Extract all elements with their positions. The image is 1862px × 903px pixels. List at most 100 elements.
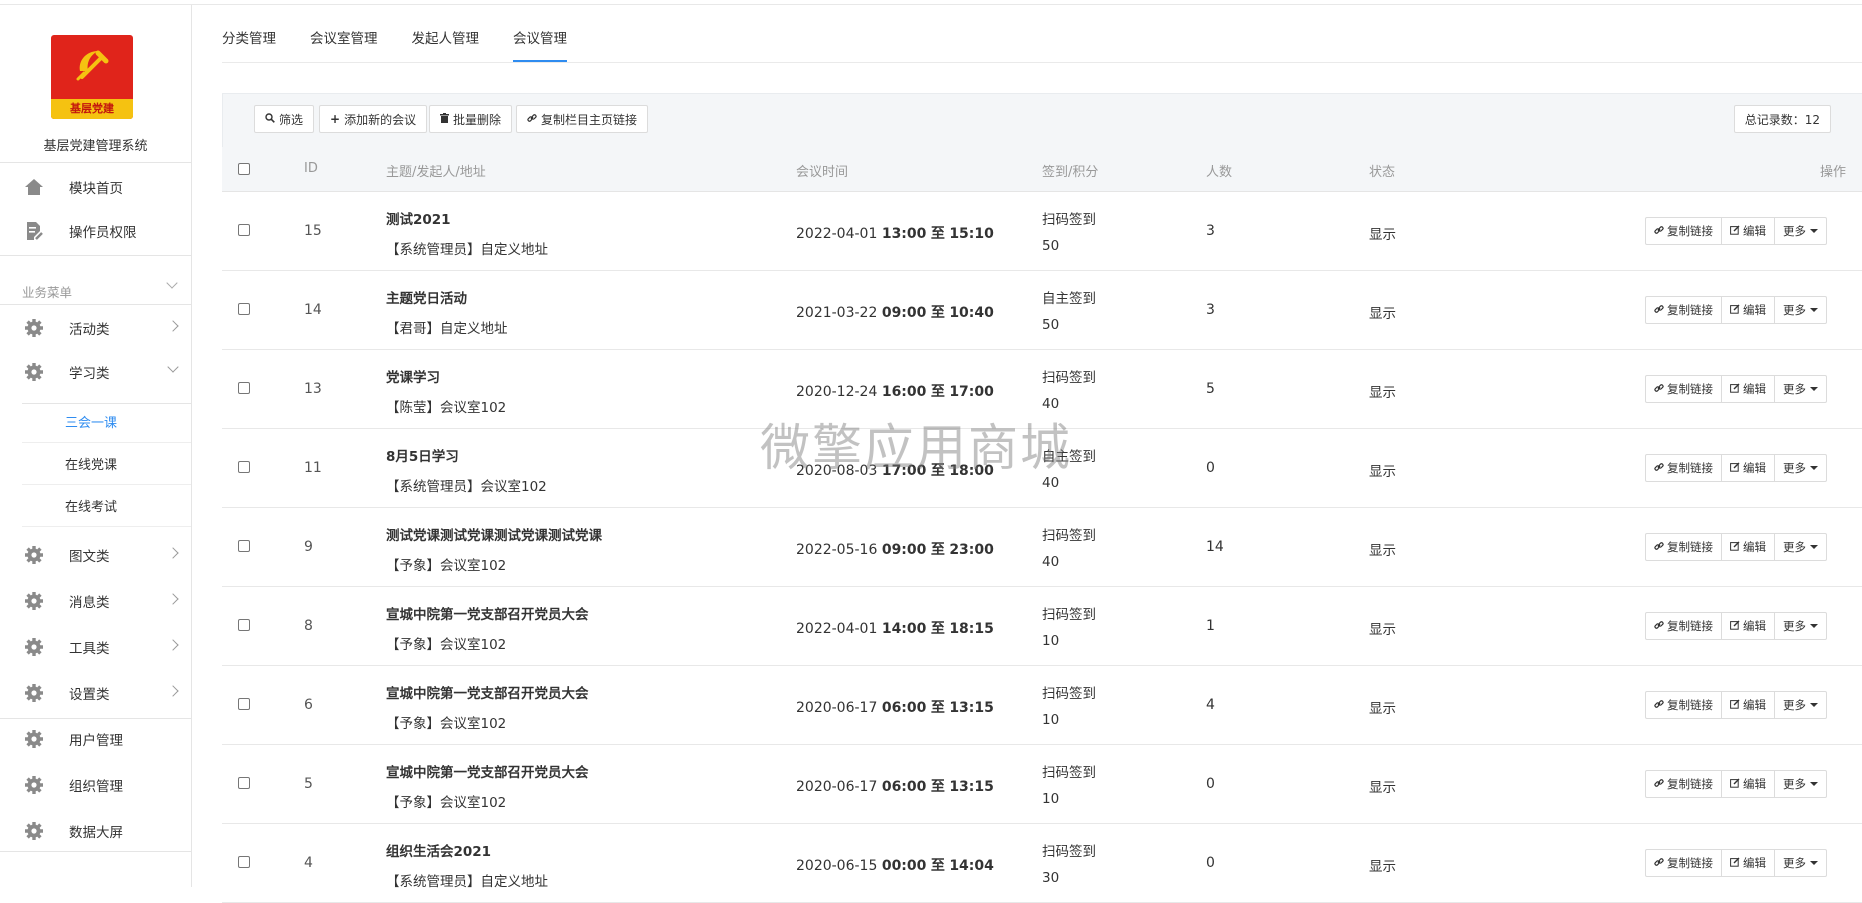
cell-id: 5	[304, 776, 313, 792]
cell-count: 0	[1206, 460, 1215, 476]
tab-meeting-room-management[interactable]: 会议室管理	[310, 28, 378, 62]
more-dropdown-button[interactable]: 更多	[1774, 454, 1827, 482]
edit-button[interactable]: 编辑	[1721, 533, 1775, 561]
copy-link-button[interactable]: 复制链接	[1645, 454, 1722, 482]
edit-button[interactable]: 编辑	[1721, 296, 1775, 324]
time-end: 10:40	[949, 305, 994, 321]
divider	[0, 304, 191, 305]
cell-points: 40	[1042, 396, 1060, 412]
menu-item-label: 数据大屏	[69, 825, 123, 841]
row-checkbox[interactable]	[238, 777, 250, 789]
cell-sign-type: 扫码签到	[1042, 212, 1096, 228]
more-dropdown-button[interactable]: 更多	[1774, 375, 1827, 403]
time-end: 23:00	[949, 542, 994, 558]
hammer-sickle-icon	[76, 50, 109, 81]
edit-button[interactable]: 编辑	[1721, 849, 1775, 877]
menu-item-label: 消息类	[69, 595, 110, 611]
more-dropdown-button[interactable]: 更多	[1774, 691, 1827, 719]
chevron-down-icon[interactable]	[166, 277, 178, 289]
menu-item-user-management[interactable]: 用户管理	[0, 717, 191, 761]
more-dropdown-button[interactable]: 更多	[1774, 770, 1827, 798]
edit-button[interactable]: 编辑	[1721, 454, 1775, 482]
tab-category-management[interactable]: 分类管理	[222, 28, 276, 62]
gear-icon	[23, 682, 45, 704]
menu-item-data-screen[interactable]: 数据大屏	[0, 809, 191, 853]
edit-button[interactable]: 编辑	[1721, 217, 1775, 245]
copy-link-button[interactable]: 复制链接	[1645, 612, 1722, 640]
copy-link-button[interactable]: 复制链接	[1645, 770, 1722, 798]
more-dropdown-button[interactable]: 更多	[1774, 296, 1827, 324]
menu-item-org-management[interactable]: 组织管理	[0, 763, 191, 807]
link-icon	[1654, 304, 1664, 317]
more-dropdown-button[interactable]: 更多	[1774, 533, 1827, 561]
more-dropdown-button[interactable]: 更多	[1774, 612, 1827, 640]
cell-sign-type: 扫码签到	[1042, 528, 1096, 544]
more-label: 更多	[1783, 540, 1806, 554]
gear-icon	[23, 728, 45, 750]
row-checkbox[interactable]	[238, 461, 250, 473]
link-icon	[527, 112, 537, 126]
row-checkbox[interactable]	[238, 303, 250, 315]
menu-item-messages[interactable]: 消息类	[0, 579, 191, 623]
copy-link-button[interactable]: 复制链接	[1645, 849, 1722, 877]
select-all-checkbox[interactable]	[238, 163, 250, 175]
trash-icon	[440, 112, 449, 126]
row-checkbox[interactable]	[238, 540, 250, 552]
cell-sign-type: 自主签到	[1042, 291, 1096, 307]
table-row: 6 宣城中院第一党支部召开党员大会 【予象】会议室102 2020-06-17 06:…	[222, 666, 1862, 745]
edit-button[interactable]: 编辑	[1721, 691, 1775, 719]
row-actions: 复制链接 编辑 更多	[1645, 533, 1827, 561]
menu-item-tools[interactable]: 工具类	[0, 625, 191, 669]
edit-button[interactable]: 编辑	[1721, 770, 1775, 798]
sub-item-three-meetings[interactable]: 三会一课	[22, 400, 191, 443]
time-sep: 至	[930, 463, 945, 479]
copy-link-button[interactable]: 复制链接	[1645, 217, 1722, 245]
table-row: 15 测试2021 【系统管理员】自定义地址 2022-04-01 13:00 至 1…	[222, 192, 1862, 271]
add-meeting-button[interactable]: + 添加新的会议	[319, 105, 428, 133]
edit-button[interactable]: 编辑	[1721, 375, 1775, 403]
batch-delete-button[interactable]: 批量删除	[429, 105, 513, 133]
cell-time: 2020-12-24 16:00 至 17:00	[796, 381, 994, 401]
filter-button[interactable]: 筛选	[254, 105, 315, 133]
row-checkbox[interactable]	[238, 382, 250, 394]
cell-initiator-address: 【予象】会议室102	[386, 716, 507, 732]
menu-item-settings[interactable]: 设置类	[0, 671, 191, 715]
filter-label: 筛选	[279, 112, 304, 127]
row-actions: 复制链接 编辑 更多	[1645, 217, 1827, 245]
caret-down-icon	[1810, 387, 1818, 391]
row-checkbox[interactable]	[238, 224, 250, 236]
sub-item-online-exam[interactable]: 在线考试	[22, 484, 191, 527]
time-end: 15:10	[949, 226, 994, 242]
cell-initiator-address: 【君哥】自定义地址	[386, 321, 508, 337]
menu-item-graphics[interactable]: 图文类	[0, 533, 191, 577]
copy-link-button[interactable]: 复制链接	[1645, 296, 1722, 324]
sub-item-online-course[interactable]: 在线党课	[22, 442, 191, 485]
menu-item-home[interactable]: 模块首页	[0, 165, 191, 209]
cell-status: 显示	[1369, 306, 1396, 322]
menu-item-activity[interactable]: 活动类	[0, 306, 191, 350]
row-checkbox[interactable]	[238, 856, 250, 868]
row-checkbox[interactable]	[238, 698, 250, 710]
menu-item-study[interactable]: 学习类	[0, 350, 191, 394]
more-dropdown-button[interactable]: 更多	[1774, 849, 1827, 877]
header-id: ID	[304, 161, 318, 176]
cell-time: 2022-04-01 14:00 至 18:15	[796, 618, 994, 638]
copy-column-link-button[interactable]: 复制栏目主页链接	[516, 105, 649, 133]
copy-link-button[interactable]: 复制链接	[1645, 533, 1722, 561]
tab-initiator-management[interactable]: 发起人管理	[412, 28, 480, 62]
link-icon	[1654, 225, 1664, 238]
cell-id: 14	[304, 302, 322, 318]
menu-item-label: 模块首页	[69, 181, 123, 197]
tab-meeting-management[interactable]: 会议管理	[513, 28, 567, 62]
more-dropdown-button[interactable]: 更多	[1774, 217, 1827, 245]
edit-button[interactable]: 编辑	[1721, 612, 1775, 640]
chevron-right-icon	[167, 593, 179, 605]
copy-link-button[interactable]: 复制链接	[1645, 691, 1722, 719]
menu-item-operator-permissions[interactable]: 操作员权限	[0, 209, 191, 253]
row-checkbox[interactable]	[238, 619, 250, 631]
menu-item-label: 设置类	[69, 687, 110, 703]
system-name: 基层党建管理系统	[43, 139, 148, 154]
cell-count: 4	[1206, 697, 1215, 713]
cell-count: 3	[1206, 302, 1215, 318]
copy-link-button[interactable]: 复制链接	[1645, 375, 1722, 403]
